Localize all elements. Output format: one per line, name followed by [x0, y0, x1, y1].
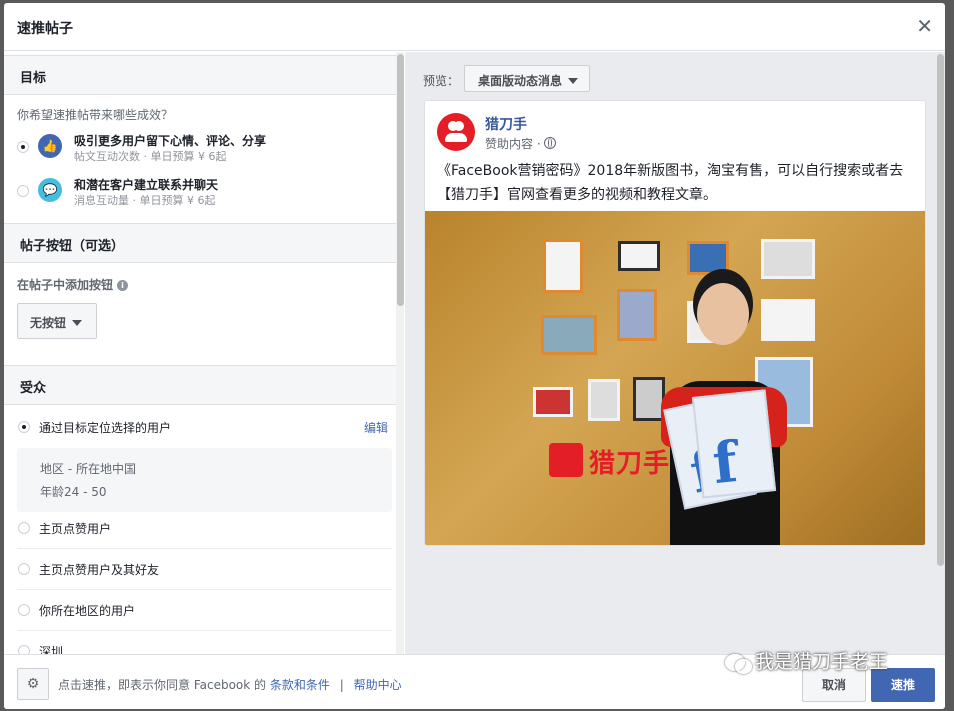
- audience-label: 通过目标定位选择的用户: [39, 421, 172, 435]
- photo-book: f: [691, 389, 777, 499]
- goal-subtitle: 消息互动量 · 单日预算 ¥ 6起: [74, 194, 216, 207]
- audience-option[interactable]: 主页点赞用户及其好友: [17, 549, 392, 590]
- globe-icon: [543, 137, 556, 149]
- audience-option[interactable]: 你所在地区的用户: [17, 590, 392, 631]
- section-header-audience: 受众: [4, 365, 400, 405]
- preview-placement-dropdown[interactable]: 桌面版动态消息: [464, 65, 590, 92]
- page-avatar[interactable]: [437, 113, 475, 151]
- add-button-label: 在帖子中添加按钮 i: [17, 276, 129, 293]
- button-type-dropdown[interactable]: 无按钮: [17, 303, 97, 339]
- sponsored-text: 赞助内容 ·: [485, 137, 541, 151]
- audience-radio[interactable]: [18, 604, 30, 616]
- wall-frame: [761, 299, 815, 341]
- page-name[interactable]: 猎刀手: [485, 114, 527, 134]
- wall-frame: [533, 387, 573, 417]
- audience-age: 年龄24 - 50: [40, 485, 107, 499]
- help-center-link[interactable]: 帮助中心: [354, 678, 402, 692]
- section-title: 目标: [20, 71, 47, 86]
- watermark-text: 我是猎刀手老王: [755, 651, 889, 673]
- audience-label: 你所在地区的用户: [39, 604, 136, 618]
- audience-option[interactable]: 深圳: [17, 631, 392, 654]
- photo-logo-mark: [549, 443, 583, 477]
- audience-detail: 地区 - 所在地中国 年龄24 - 50: [17, 448, 392, 512]
- audience-option-targeted[interactable]: 通过目标定位选择的用户 编辑: [17, 407, 392, 448]
- caret-down-icon: [568, 78, 579, 84]
- add-button-text: 在帖子中添加按钮: [17, 278, 114, 292]
- dialog-title: 速推帖子: [17, 21, 73, 37]
- terms-text: 点击速推，即表示你同意 Facebook 的: [58, 678, 267, 692]
- goal-radio-messages[interactable]: [17, 185, 29, 197]
- wall-frame: [687, 241, 729, 275]
- audience-label: 主页点赞用户及其好友: [39, 563, 160, 577]
- section-header-post-button: 帖子按钮（可选）: [4, 223, 400, 263]
- settings-gear-button[interactable]: ⚙: [17, 668, 49, 700]
- wall-frame: [618, 241, 660, 271]
- preview-panel: 预览： 桌面版动态消息 猎刀手 赞助内容 · 《FaceBook营销密码》201…: [405, 52, 945, 654]
- photo-person-head: [697, 283, 749, 345]
- audience-label: 深圳: [39, 645, 64, 654]
- terms-link[interactable]: 条款和条件: [270, 678, 330, 692]
- audience-option[interactable]: 主页点赞用户: [17, 508, 392, 549]
- audience-radio[interactable]: [18, 522, 30, 534]
- wechat-icon: [725, 652, 752, 674]
- settings-panel: 目标 你希望速推帖带来哪些成效？ 👍 吸引更多用户留下心情、评论、分享 帖文互动…: [4, 52, 404, 654]
- dropdown-value: 无按钮: [30, 316, 67, 330]
- goal-title: 吸引更多用户留下心情、评论、分享: [74, 134, 267, 148]
- audience-radio[interactable]: [18, 645, 30, 654]
- info-icon[interactable]: i: [117, 280, 129, 291]
- watermark: 我是猎刀手老王: [725, 647, 888, 687]
- separator: |: [339, 678, 344, 692]
- audience-region: 地区 - 所在地中国: [40, 462, 136, 476]
- wall-frame: [588, 379, 620, 421]
- post-preview-card: 猎刀手 赞助内容 · 《FaceBook营销密码》2018年新版图书，淘宝有售，…: [424, 100, 926, 546]
- goal-radio-engagement[interactable]: [17, 141, 29, 153]
- caret-down-icon: [72, 320, 83, 326]
- sponsored-label: 赞助内容 ·: [485, 135, 556, 152]
- left-scrollbar[interactable]: [396, 52, 404, 654]
- section-title: 受众: [20, 381, 47, 396]
- chat-bubble-icon: 💬: [38, 178, 62, 202]
- boost-post-dialog: 速推帖子 ✕ 目标 你希望速推帖带来哪些成效？ 👍 吸引更多用户留下心情、评论、…: [4, 3, 945, 709]
- audience-radio[interactable]: [18, 563, 30, 575]
- close-icon[interactable]: ✕: [916, 15, 933, 37]
- wall-frame: [541, 315, 597, 355]
- wall-frame: [543, 239, 583, 293]
- wall-frame: [617, 289, 657, 341]
- thumbs-up-icon: 👍: [38, 134, 62, 158]
- edit-audience-link[interactable]: 编辑: [364, 419, 388, 436]
- goal-subtitle: 帖文互动次数 · 单日预算 ¥ 6起: [74, 150, 227, 163]
- dropdown-value: 桌面版动态消息: [478, 74, 563, 88]
- scroll-thumb[interactable]: [397, 54, 404, 306]
- goal-question: 你希望速推帖带来哪些成效？: [17, 108, 174, 122]
- preview-label: 预览：: [423, 74, 460, 88]
- terms-notice: 点击速推，即表示你同意 Facebook 的 条款和条件 | 帮助中心: [58, 676, 402, 693]
- right-scrollbar[interactable]: [937, 54, 944, 566]
- post-photo: 猎刀手 f f: [425, 211, 925, 545]
- wall-frame: [761, 239, 815, 279]
- photo-logo-text: 猎刀手: [589, 449, 671, 479]
- gear-icon: ⚙: [26, 676, 40, 692]
- goal-title: 和潜在客户建立联系并聊天: [74, 178, 219, 192]
- post-text: 《FaceBook营销密码》2018年新版图书，淘宝有售，可以自行搜索或者去【猎…: [437, 163, 904, 203]
- section-title: 帖子按钮（可选）: [20, 239, 125, 254]
- audience-radio[interactable]: [18, 421, 30, 433]
- dialog-header: 速推帖子 ✕: [4, 3, 945, 51]
- audience-label: 主页点赞用户: [39, 522, 112, 536]
- section-header-goal: 目标: [4, 55, 400, 95]
